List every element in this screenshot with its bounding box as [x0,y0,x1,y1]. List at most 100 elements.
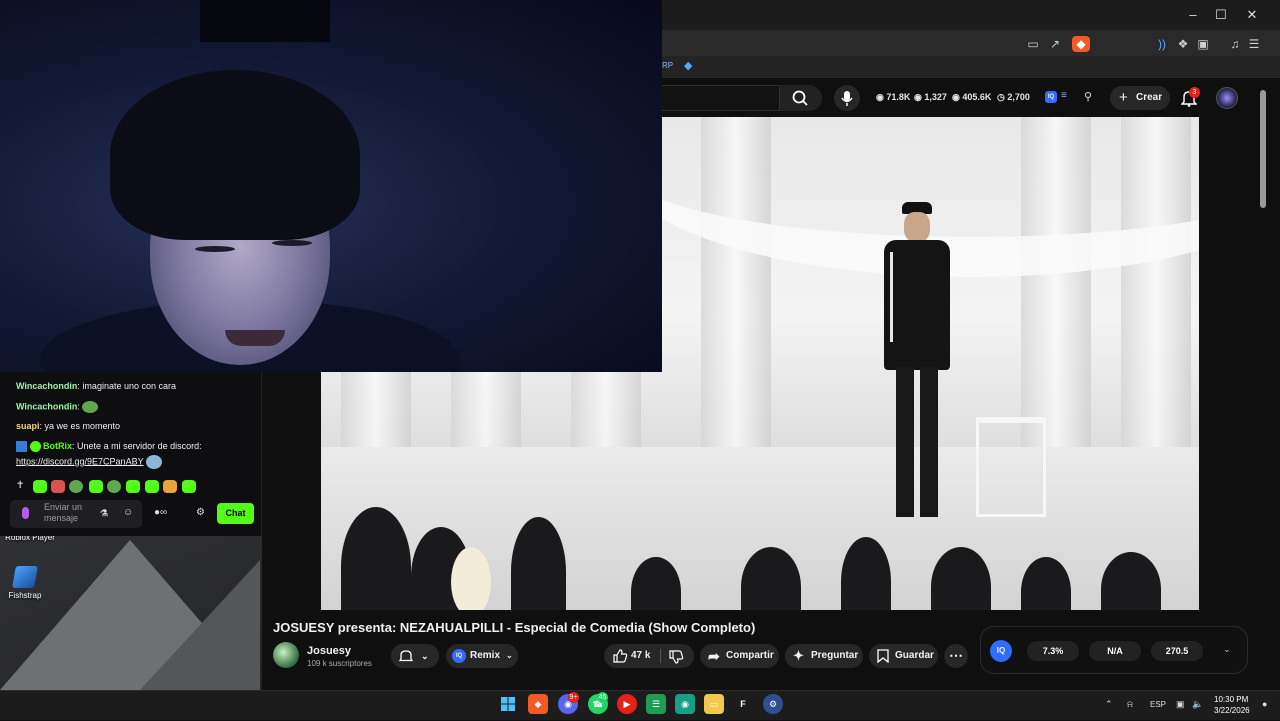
chat-username[interactable]: Wincachondin [16,401,77,411]
language-indicator[interactable]: ESP [1150,700,1166,709]
chat-message: BotRix: Unete a mi servidor de discord: [16,441,202,453]
remix-label: Remix [470,650,501,661]
save-button[interactable]: Guardar [869,644,938,668]
screen-cast-icon[interactable]: ▭ [1025,36,1041,52]
like-count[interactable]: 47 k [631,644,650,668]
emote-icon[interactable] [163,480,177,493]
subscription-bell-button[interactable]: ⌄ [391,644,439,668]
stat-value: 2,700 [1007,92,1030,102]
create-button[interactable]: + Crear [1110,86,1170,110]
scrollbar-thumb[interactable] [1260,90,1266,208]
sidebar-icon[interactable]: ▣ [1195,36,1211,52]
pepe-emote-icon [82,401,99,413]
extensions-icon[interactable]: ❖ [1175,36,1191,52]
microphone-icon[interactable] [22,507,29,519]
start-button-icon[interactable] [498,694,518,714]
microphone-tray-icon[interactable]: ⍾ [1127,699,1133,710]
network-icon[interactable]: ▣ [1176,699,1185,710]
stat-value: 405.6K [962,92,992,102]
iq-panel-chevron-icon[interactable]: ⌄ [1223,644,1231,655]
browser-titlebar: – ☐ ✕ [662,0,1280,30]
fishstrap-label: Fishstrap [8,591,42,600]
fishstrap-icon [12,566,38,588]
more-dots-icon: ⋯ [949,647,963,663]
emoji-icon[interactable]: ☺ [123,507,133,518]
share-page-icon[interactable]: ↗ [1047,36,1063,52]
points-icon[interactable]: ●∞ [154,507,167,518]
search-icon [792,90,808,106]
iq-badge: IQ [452,649,466,663]
thumbs-down-icon[interactable] [668,649,684,665]
remix-button[interactable]: IQ Remix ⌄ [446,644,518,668]
emote-icon[interactable] [107,480,121,493]
settings-gear-icon[interactable]: ⚙ [196,507,205,518]
bookmark-icon [877,649,889,663]
brave-shield-icon[interactable]: ◆ [1072,36,1090,52]
chat-username[interactable]: suapi [16,421,40,431]
audio-playing-icon[interactable]: )) [1154,36,1170,52]
plus-icon: + [1119,89,1128,106]
thumbs-up-icon[interactable] [612,648,628,664]
search-input[interactable] [662,85,780,111]
notification-count-badge: 3 [1189,87,1200,98]
tray-overflow-chevron-icon[interactable]: ⌃ [1105,699,1113,710]
desktop-icon-fishstrap[interactable]: Fishstrap [0,566,55,600]
account-avatar[interactable] [1216,87,1238,109]
webcam-overlay [0,0,662,372]
save-label: Guardar [895,650,934,661]
emote-icon[interactable] [145,480,159,493]
share-button[interactable]: ➦ Compartir [700,644,779,668]
chat-username[interactable]: Wincachondin [16,381,77,391]
ask-button[interactable]: ✦ Preguntar [785,644,863,668]
chat-input-placeholder: Enviar un mensaje [44,502,83,523]
kick-emote-icon[interactable] [33,480,47,493]
menu-icon[interactable]: ☰ [1246,36,1262,52]
notes-icon[interactable]: ☰ [646,694,666,714]
create-label: Crear [1136,92,1163,103]
maximize-button[interactable]: ☐ [1212,6,1230,24]
bookmark-fragment[interactable]: RP [662,61,673,70]
diamond-bookmark-icon[interactable]: ◆ [684,59,692,72]
youtube-music-icon[interactable]: ▶ [617,694,637,714]
more-actions-button[interactable]: ⋯ [944,644,968,668]
brave-browser-icon[interactable]: ◆ [528,694,548,714]
emote-icon[interactable] [69,480,83,493]
close-button[interactable]: ✕ [1243,6,1261,24]
emote-icon[interactable] [182,480,196,493]
discord-link[interactable]: https://discord.gg/9E7CPanABY [16,456,143,466]
bookmarks-bar: RP ◆ [662,56,1280,78]
emote-icon[interactable] [89,480,103,493]
chat-text: ya we es momento [44,421,121,431]
emote-icon[interactable] [51,480,65,493]
stat-views-now: ◉ 71.8K [876,92,911,102]
media-icon[interactable]: ♫ [1227,36,1243,52]
microphone-icon [841,91,853,106]
channel-name[interactable]: Josuesy [307,645,351,657]
search-button[interactable] [780,85,822,111]
trophy-icon[interactable]: ⚲ [1084,90,1092,103]
translate-icon[interactable]: ⚗ [100,508,108,519]
volume-icon[interactable]: 🔈 [1192,699,1203,710]
share-label: Compartir [726,650,774,661]
emote-picker-icon[interactable]: ✝ [16,480,30,493]
whatsapp-badge: 45 [597,692,608,703]
file-explorer-icon[interactable]: ▭ [704,694,724,714]
chat-username[interactable]: BotRix [43,441,72,451]
minimize-button[interactable]: – [1184,6,1202,24]
channel-avatar[interactable] [273,642,299,668]
app-icon[interactable]: ◉ [675,694,695,714]
iq-extension-icon[interactable]: IQ [1045,91,1057,103]
stat-value: 1,327 [924,92,947,102]
settings-app-icon[interactable]: ⚙ [763,694,783,714]
list-extension-icon[interactable]: ≡ [1061,90,1067,101]
clock-date[interactable]: 3/22/2026 [1214,706,1250,715]
subscriber-count: 109 k suscriptores [307,659,372,668]
clock-time[interactable]: 10:30 PM [1214,695,1248,704]
chat-send-button[interactable]: Chat [217,503,254,524]
emote-icon[interactable] [126,480,140,493]
chat-message-input[interactable]: Enviar un mensaje ⚗ ☺ [10,500,142,528]
notifications-center-icon[interactable]: ● [1262,699,1267,709]
app-f-icon[interactable]: F [733,694,753,714]
voice-search-button[interactable] [834,85,860,111]
bot-badge-icon [29,441,41,453]
